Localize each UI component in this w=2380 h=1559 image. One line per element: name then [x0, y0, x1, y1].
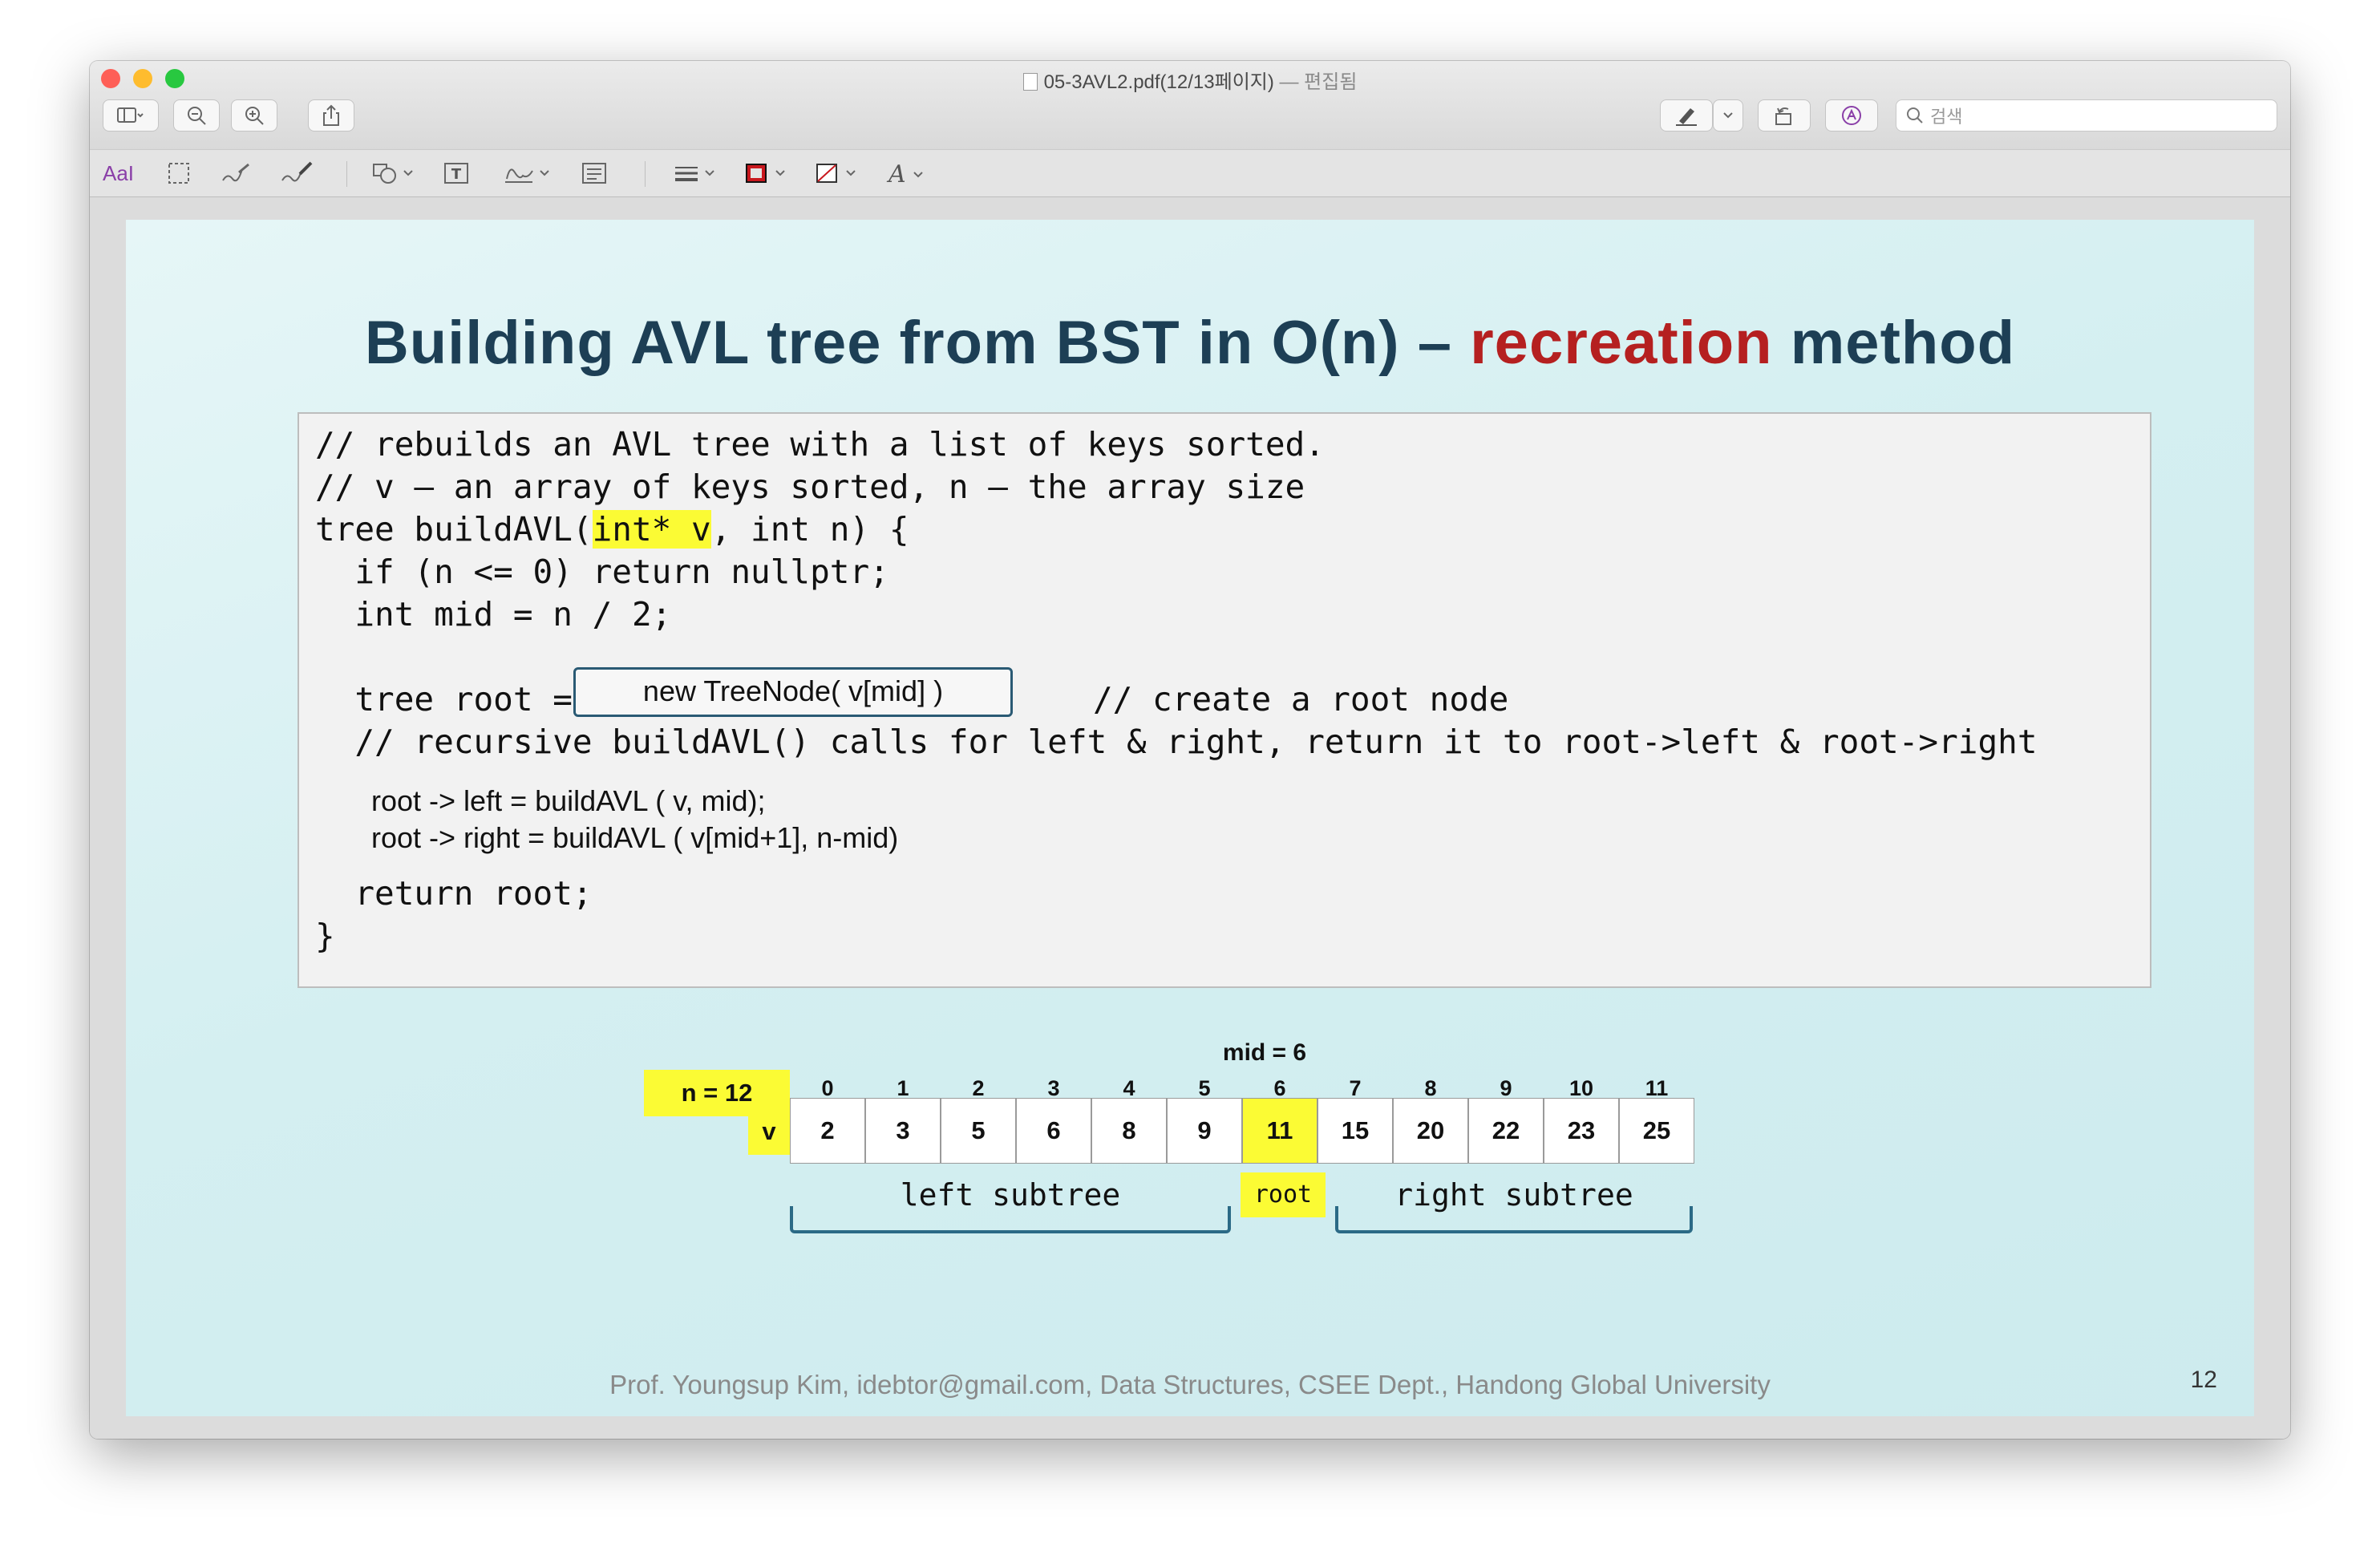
markup-toolbar: AaI T A [90, 149, 2290, 197]
array-cell: 6 [1016, 1098, 1091, 1164]
mid-label: mid = 6 [1222, 1039, 1307, 1066]
root-label: root [1241, 1172, 1326, 1217]
code-signature-line: tree buildAVL(int* v, int n) { [315, 508, 909, 550]
rect-selection-tool[interactable] [167, 161, 191, 190]
code-comment-line: // rebuilds an AVL tree with a list of k… [315, 425, 1325, 464]
sketch-icon [222, 163, 249, 182]
draw-tool[interactable] [279, 161, 314, 190]
pdf-document-icon [1022, 73, 1038, 91]
shapes-icon [373, 164, 413, 184]
sidebar-toggle-button[interactable] [103, 99, 159, 132]
line-style-tool[interactable] [674, 161, 722, 190]
fill-color-tool[interactable] [815, 161, 863, 190]
slide-footer: Prof. Youngsup Kim, idebtor@gmail.com, D… [609, 1370, 1771, 1399]
highlight-options-button[interactable] [1713, 99, 1743, 132]
code-text: , int n) { [710, 510, 909, 549]
code-line: root -> right = buildAVL ( v[mid+1], n-m… [371, 821, 899, 854]
array-cell: 11 [1242, 1098, 1318, 1164]
title-text-end: method [1772, 309, 2016, 377]
code-comment-line: // create a root node [1093, 680, 1509, 719]
fill-color-icon [816, 164, 856, 183]
svg-text:T: T [451, 166, 462, 183]
array-cell: 20 [1393, 1098, 1468, 1164]
code-line: } [315, 917, 335, 955]
code-line: return root; [315, 874, 593, 913]
page-number: 12 [2190, 1367, 2217, 1393]
toolbar-divider [645, 161, 646, 187]
title-text: Building AVL tree from BST in O(n) – [364, 309, 1471, 377]
v-label: v [748, 1108, 790, 1155]
markup-toolbar-button[interactable] [1825, 99, 1878, 132]
array-cell: 22 [1468, 1098, 1544, 1164]
code-line: int mid = n / 2; [315, 595, 672, 634]
zoom-in-button[interactable] [231, 99, 277, 132]
sketch-tool[interactable] [220, 161, 252, 190]
code-comment-line: // v – an array of keys sorted, n – the … [315, 468, 1305, 506]
text-style-button[interactable]: AaI [103, 161, 134, 185]
rotate-button[interactable] [1758, 99, 1811, 132]
text-box-icon: T [444, 163, 468, 184]
signature-icon [505, 168, 549, 183]
code-line: if (n <= 0) return nullptr; [315, 553, 889, 591]
code-line: root -> left = buildAVL ( v, mid); [371, 784, 766, 817]
code-highlight: int* v [592, 510, 711, 549]
share-button[interactable] [308, 99, 354, 132]
pdf-slide: Building AVL tree from BST in O(n) – rec… [126, 220, 2254, 1416]
code-text: tree buildAVL( [315, 510, 593, 549]
document-area[interactable]: Building AVL tree from BST in O(n) – rec… [90, 197, 2290, 1439]
sidebar-icon [117, 107, 144, 123]
right-subtree-label: right subtree [1394, 1177, 1633, 1213]
search-icon [1907, 107, 1923, 124]
toolbar-divider [346, 161, 347, 187]
text-box-tool[interactable]: T [443, 161, 470, 190]
array-cell: 23 [1544, 1098, 1619, 1164]
preview-window: 05-3AVL2.pdf(12/13페이지) — 편집됨 검색 AaI T A … [90, 61, 2290, 1439]
slide-title: Building AVL tree from BST in O(n) – rec… [126, 308, 2254, 378]
array-cell: 15 [1318, 1098, 1393, 1164]
line-style-icon [675, 167, 714, 181]
zoom-out-icon [188, 107, 206, 125]
shapes-tool[interactable] [372, 161, 420, 190]
signature-tool[interactable] [504, 161, 557, 190]
draw-icon [281, 161, 313, 182]
array-cell: 9 [1167, 1098, 1242, 1164]
border-color-tool[interactable] [744, 161, 792, 190]
title-emphasis: recreation [1470, 309, 1773, 377]
svg-text:A: A [886, 161, 906, 187]
highlight-button[interactable] [1660, 99, 1713, 132]
search-field[interactable]: 검색 [1896, 99, 2277, 132]
title-bar: 05-3AVL2.pdf(12/13페이지) — 편집됨 검색 [90, 61, 2290, 149]
code-line: tree root = [315, 680, 573, 719]
markup-icon [1842, 106, 1861, 125]
array-cell: 8 [1091, 1098, 1167, 1164]
border-color-icon [746, 164, 785, 183]
zoom-in-icon [245, 107, 264, 125]
new-treenode-box: new TreeNode( v[mid] ) [573, 667, 1013, 717]
font-style-icon: A [886, 160, 923, 188]
array-cell: 2 [790, 1098, 865, 1164]
window-title: 05-3AVL2.pdf(12/13페이지) — 편집됨 [90, 66, 2290, 94]
search-placeholder: 검색 [1930, 107, 1963, 127]
array-cell: 5 [941, 1098, 1016, 1164]
array-cell: 25 [1619, 1098, 1694, 1164]
code-box: // rebuilds an AVL tree with a list of k… [298, 412, 2151, 988]
text-font-tool[interactable]: A [885, 160, 933, 192]
left-subtree-label: left subtree [900, 1177, 1121, 1213]
document-name: 05-3AVL2.pdf(12/13페이지) [1043, 71, 1274, 93]
chevron-down-icon [1723, 112, 1733, 119]
note-icon [582, 163, 606, 184]
highlight-pen-icon [1676, 108, 1697, 126]
note-tool[interactable] [581, 161, 608, 190]
share-icon [323, 104, 339, 126]
rotate-icon [1775, 107, 1791, 125]
code-comment-line: // recursive buildAVL() calls for left &… [315, 723, 2038, 761]
edited-status: — 편집됨 [1279, 71, 1358, 93]
zoom-out-button[interactable] [173, 99, 220, 132]
array-cell: 3 [865, 1098, 941, 1164]
rect-selection-icon [168, 163, 189, 184]
